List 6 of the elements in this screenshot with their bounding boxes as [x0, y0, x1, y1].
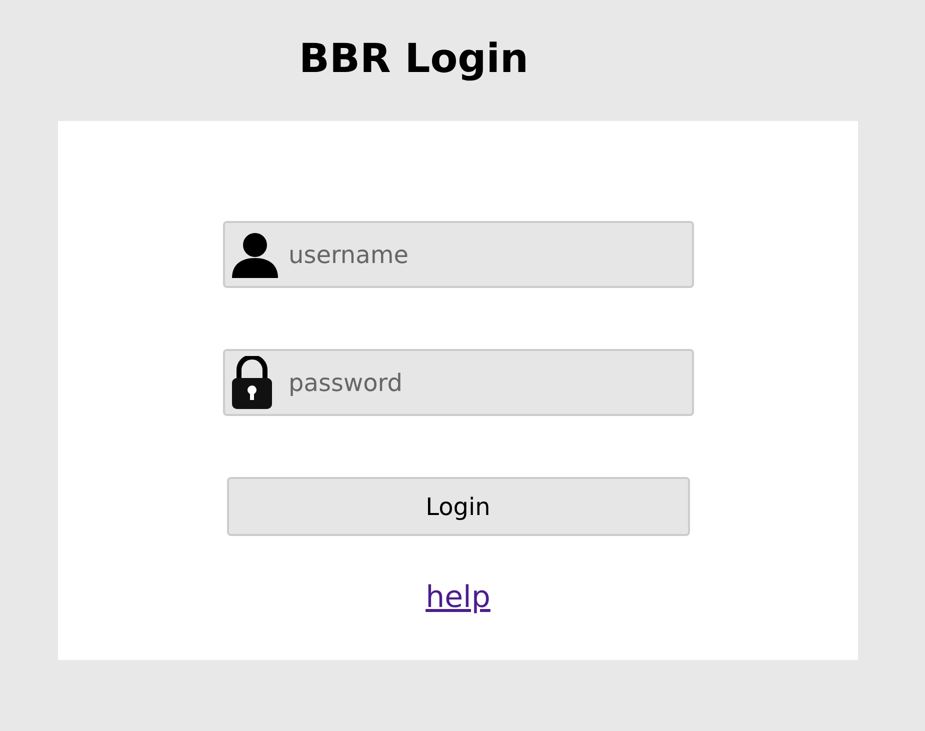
lock-icon: [230, 356, 274, 410]
help-link[interactable]: help: [426, 580, 490, 615]
page-title: BBR Login: [299, 36, 528, 84]
password-field[interactable]: password: [222, 349, 694, 416]
login-button[interactable]: Login: [226, 477, 690, 536]
username-field[interactable]: username: [222, 221, 694, 288]
